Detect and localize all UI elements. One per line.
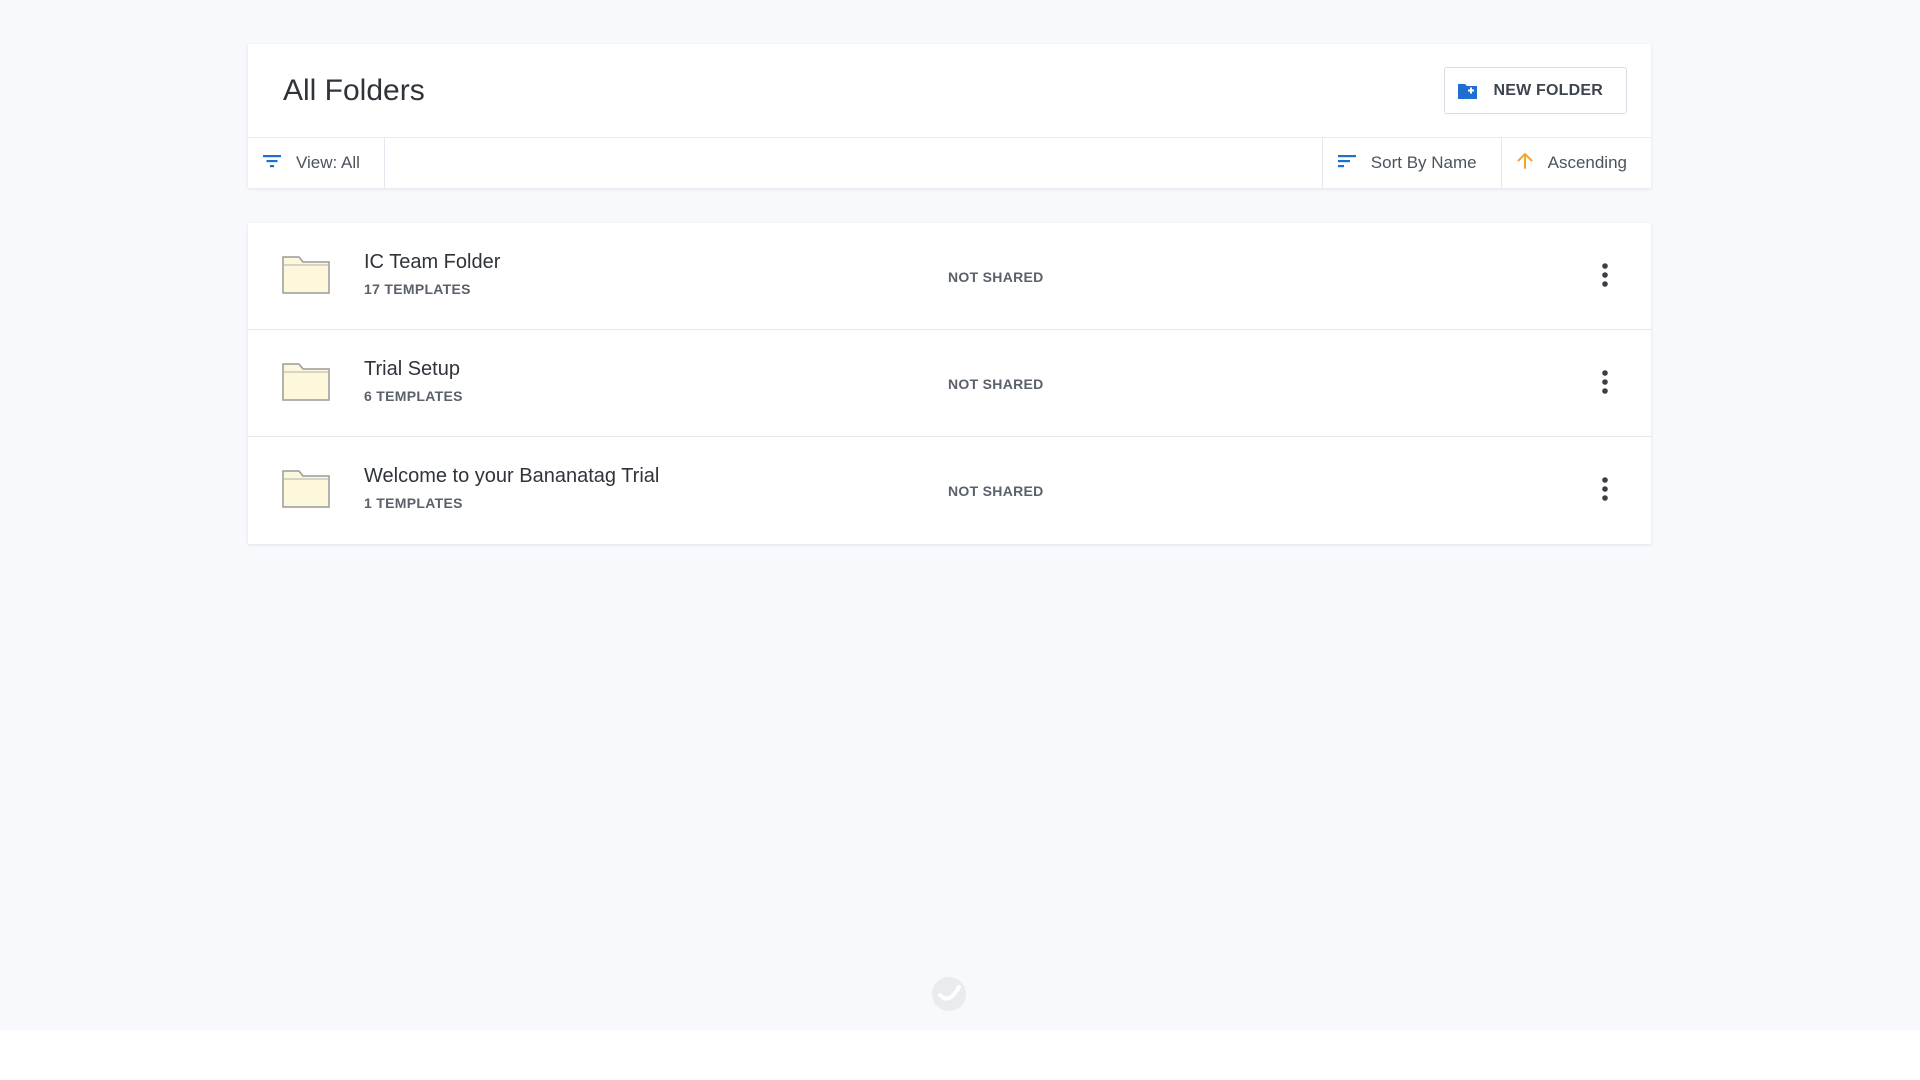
- toolbar: View: All Sort By Name Ascending: [248, 138, 1651, 188]
- more-vertical-icon: [1601, 262, 1609, 293]
- share-status: NOT SHARED: [948, 483, 1044, 499]
- title-row: All Folders NEW FOLDER: [248, 44, 1651, 138]
- sort-by-dropdown[interactable]: Sort By Name: [1321, 138, 1502, 188]
- folders-header-card: All Folders NEW FOLDER View: All Sort By…: [248, 44, 1651, 188]
- folder-row[interactable]: Trial Setup 6 TEMPLATES NOT SHARED: [248, 330, 1651, 437]
- template-count: 17 TEMPLATES: [364, 281, 471, 297]
- folder-icon: [281, 253, 331, 300]
- new-folder-button[interactable]: NEW FOLDER: [1444, 67, 1627, 114]
- bottom-band: [0, 1030, 1920, 1080]
- folder-row[interactable]: IC Team Folder 17 TEMPLATES NOT SHARED: [248, 223, 1651, 330]
- more-vertical-icon: [1601, 369, 1609, 400]
- share-status: NOT SHARED: [948, 376, 1044, 392]
- page-title: All Folders: [283, 73, 425, 107]
- folder-text: IC Team Folder 17 TEMPLATES: [364, 249, 500, 297]
- folder-row[interactable]: Welcome to your Bananatag Trial 1 TEMPLA…: [248, 437, 1651, 544]
- share-status: NOT SHARED: [948, 269, 1044, 285]
- sort-order-toggle[interactable]: Ascending: [1502, 138, 1651, 188]
- view-filter-dropdown[interactable]: View: All: [248, 138, 385, 188]
- more-options-button[interactable]: [1591, 471, 1619, 511]
- folder-text: Welcome to your Bananatag Trial 1 TEMPLA…: [364, 463, 659, 511]
- sort-icon: [1337, 153, 1357, 174]
- folder-icon: [281, 467, 331, 514]
- page: All Folders NEW FOLDER View: All Sort By…: [0, 0, 1920, 1080]
- view-filter-label: View: All: [296, 153, 360, 172]
- template-count: 6 TEMPLATES: [364, 388, 463, 404]
- folder-name[interactable]: Welcome to your Bananatag Trial: [364, 463, 659, 489]
- sort-by-label: Sort By Name: [1370, 153, 1477, 172]
- folder-list: IC Team Folder 17 TEMPLATES NOT SHARED T…: [248, 223, 1651, 544]
- folder-name[interactable]: Trial Setup: [364, 356, 463, 382]
- more-options-button[interactable]: [1591, 257, 1619, 297]
- folder-text: Trial Setup 6 TEMPLATES: [364, 356, 463, 404]
- folder-icon: [281, 360, 331, 407]
- bananatag-logo-icon: [930, 975, 968, 1013]
- arrow-up-icon: [1516, 152, 1534, 175]
- folder-name[interactable]: IC Team Folder: [364, 249, 500, 275]
- template-count: 1 TEMPLATES: [364, 495, 463, 511]
- filter-icon: [262, 153, 282, 174]
- more-options-button[interactable]: [1591, 364, 1619, 404]
- folder-plus-icon: [1457, 82, 1479, 100]
- sort-order-label: Ascending: [1547, 153, 1627, 172]
- new-folder-label: NEW FOLDER: [1493, 81, 1603, 99]
- more-vertical-icon: [1601, 476, 1609, 507]
